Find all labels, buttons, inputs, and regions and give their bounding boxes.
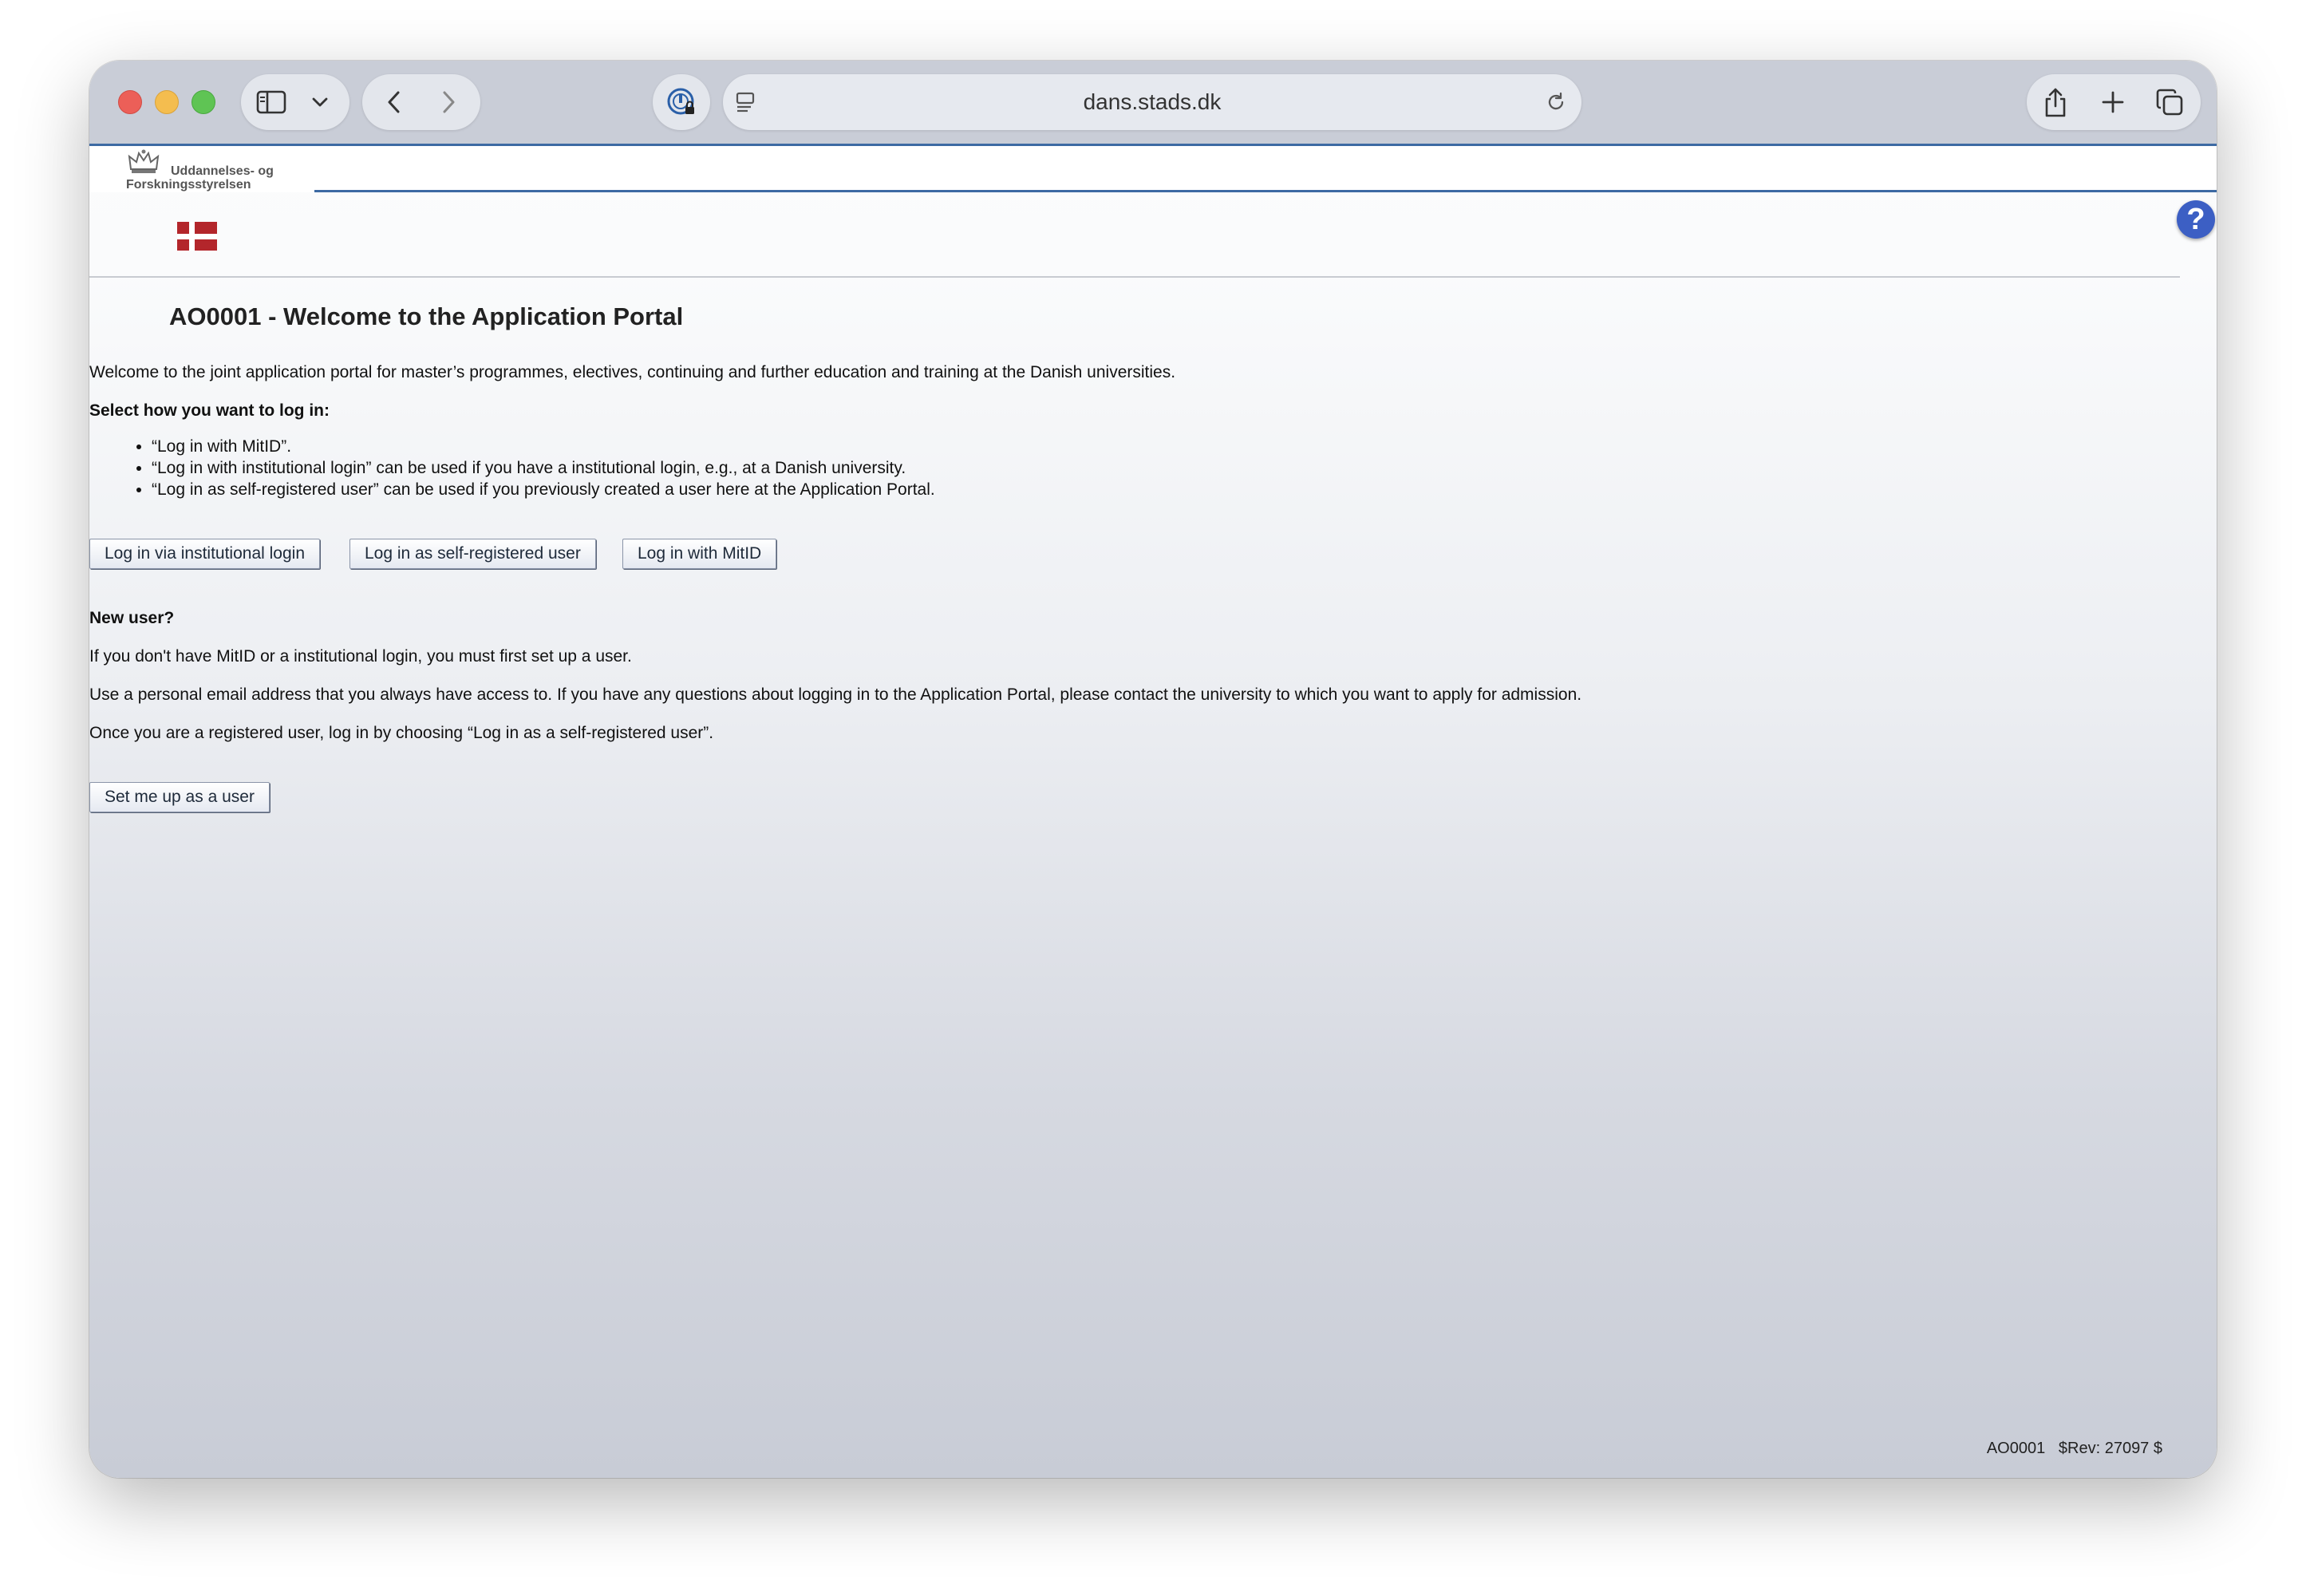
self-registered-login-button[interactable]: Log in as self-registered user [349, 539, 596, 569]
reload-icon[interactable] [1545, 91, 1567, 113]
address-bar[interactable]: dans.stads.dk [723, 74, 1581, 130]
tab-overview-icon[interactable] [2153, 85, 2186, 119]
new-user-text-3: Once you are a registered user, log in b… [89, 724, 714, 742]
institutional-login-button[interactable]: Log in via institutional login [89, 539, 320, 569]
zoom-window-button[interactable] [192, 90, 215, 114]
footer-rev: $Rev: 27097 $ [2058, 1440, 2162, 1457]
new-user-text-2: Use a personal email address that you al… [89, 685, 1582, 704]
url-text: dans.stads.dk [1083, 89, 1222, 114]
browser-toolbar: dans.stads.dk [89, 61, 2217, 146]
forward-icon[interactable] [432, 88, 464, 117]
navigation-group [362, 74, 480, 130]
logo-line1: Uddannelses- og [171, 164, 274, 178]
back-icon[interactable] [378, 88, 410, 117]
chevron-down-icon[interactable] [308, 90, 332, 114]
page-title: AO0001 - Welcome to the Application Port… [169, 302, 684, 330]
sidebar-toggle-group [241, 74, 349, 130]
header-rule [314, 190, 2217, 192]
site-header [89, 146, 2217, 192]
new-user-text-1: If you don't have MitID or a institution… [89, 647, 632, 666]
list-item: “Log in with institutional login” can be… [152, 457, 935, 479]
login-options-list: “Log in with MitID”. “Log in with instit… [89, 436, 935, 500]
close-window-button[interactable] [118, 90, 142, 114]
minimize-window-button[interactable] [155, 90, 179, 114]
header-separator [89, 276, 2180, 278]
ministry-logo[interactable]: Uddannelses- og Forskningsstyrelsen [126, 148, 286, 193]
crown-icon [128, 149, 160, 173]
new-tab-icon[interactable] [2097, 86, 2129, 118]
window-actions-group [2027, 74, 2201, 130]
share-icon[interactable] [2039, 85, 2071, 119]
password-key-icon[interactable] [664, 85, 699, 120]
list-item: “Log in as self-registered user” can be … [152, 479, 935, 500]
new-user-heading: New user? [89, 609, 175, 627]
help-button[interactable]: ? [2177, 200, 2215, 239]
password-manager-group [653, 74, 710, 130]
browser-window: dans.stads.dk Uddannelses- og Forsknings… [89, 61, 2217, 1478]
footer-code: AO0001 [1986, 1440, 2046, 1457]
login-options-heading: Select how you want to log in: [89, 401, 330, 420]
logo-line2: Forskningsstyrelsen [126, 178, 251, 192]
mitid-login-button[interactable]: Log in with MitID [622, 539, 777, 569]
setup-user-button[interactable]: Set me up as a user [89, 782, 270, 812]
list-item: “Log in with MitID”. [152, 436, 935, 457]
intro-text: Welcome to the joint application portal … [89, 363, 1176, 381]
danish-flag-icon[interactable] [177, 222, 217, 251]
footer-revision: AO0001 $Rev: 27097 $ [1987, 1440, 2162, 1458]
sidebar-icon[interactable] [255, 88, 287, 117]
